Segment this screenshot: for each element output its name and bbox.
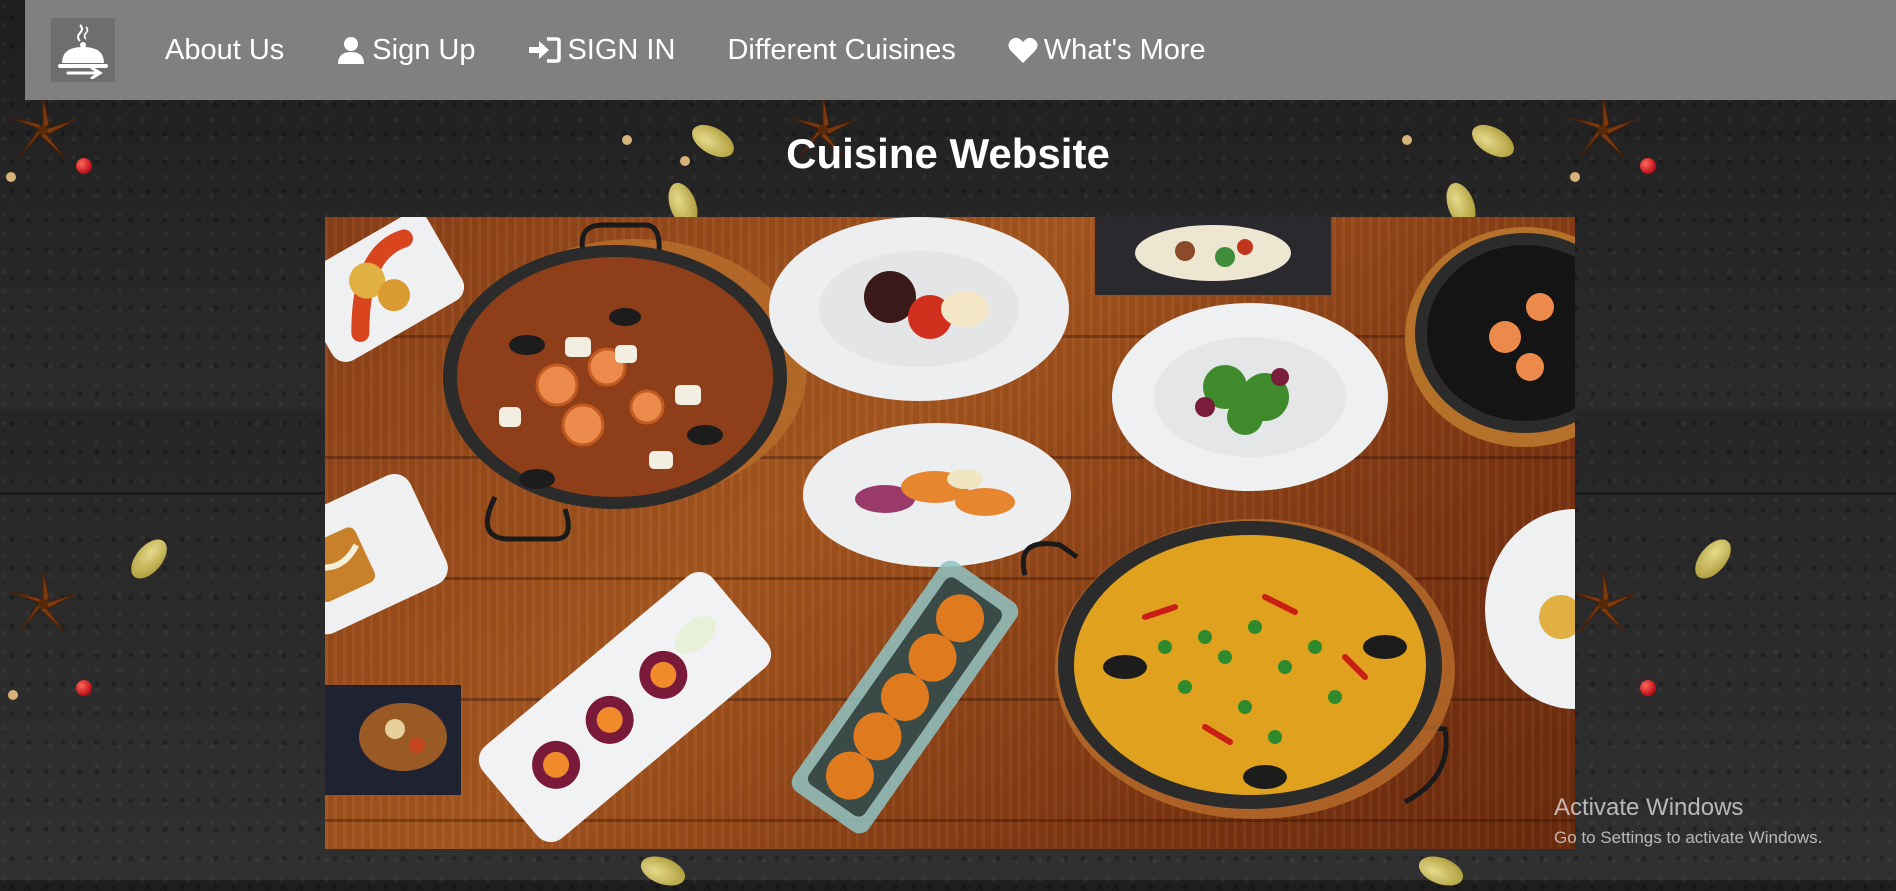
activate-subtitle: Go to Settings to activate Windows. (1554, 828, 1823, 847)
seed-icon (8, 690, 18, 700)
food-spread-image (325, 217, 1575, 849)
peppercorn-icon (1640, 680, 1656, 696)
nav-whats-more[interactable]: What's More (1008, 34, 1206, 67)
serving-cloche-icon (58, 24, 108, 79)
top-navbar: About Us Sign Up SIGN IN Different Cuisi… (25, 0, 1896, 100)
nav-sign-in[interactable]: SIGN IN (527, 34, 675, 67)
peppercorn-icon (76, 680, 92, 696)
nav-sign-in-label: SIGN IN (567, 33, 676, 66)
cardamom-pod-icon (636, 850, 690, 891)
heart-icon (1008, 37, 1038, 63)
nav-about-us-label: About Us (165, 33, 285, 66)
nav-different-cuisines-label: Different Cuisines (727, 33, 956, 66)
cardamom-pod-icon (1414, 850, 1468, 891)
user-icon (338, 37, 365, 64)
cardamom-pod-icon (124, 533, 174, 585)
cardamom-pod-icon (1688, 533, 1738, 585)
sign-in-icon (529, 37, 562, 63)
windows-activation-watermark: Activate Windows Go to Settings to activ… (1554, 794, 1822, 848)
nav-sign-up[interactable]: Sign Up (336, 34, 475, 67)
nav-about-us[interactable]: About Us (165, 34, 284, 67)
nav-sign-up-label: Sign Up (372, 33, 476, 66)
star-anise-icon (10, 569, 76, 633)
star-anise-icon (1570, 569, 1636, 633)
logo[interactable] (51, 18, 115, 82)
nav-different-cuisines[interactable]: Different Cuisines (727, 34, 955, 67)
nav-whats-more-label: What's More (1043, 33, 1206, 66)
page-title: Cuisine Website (786, 130, 1110, 177)
activate-title: Activate Windows (1554, 794, 1744, 821)
